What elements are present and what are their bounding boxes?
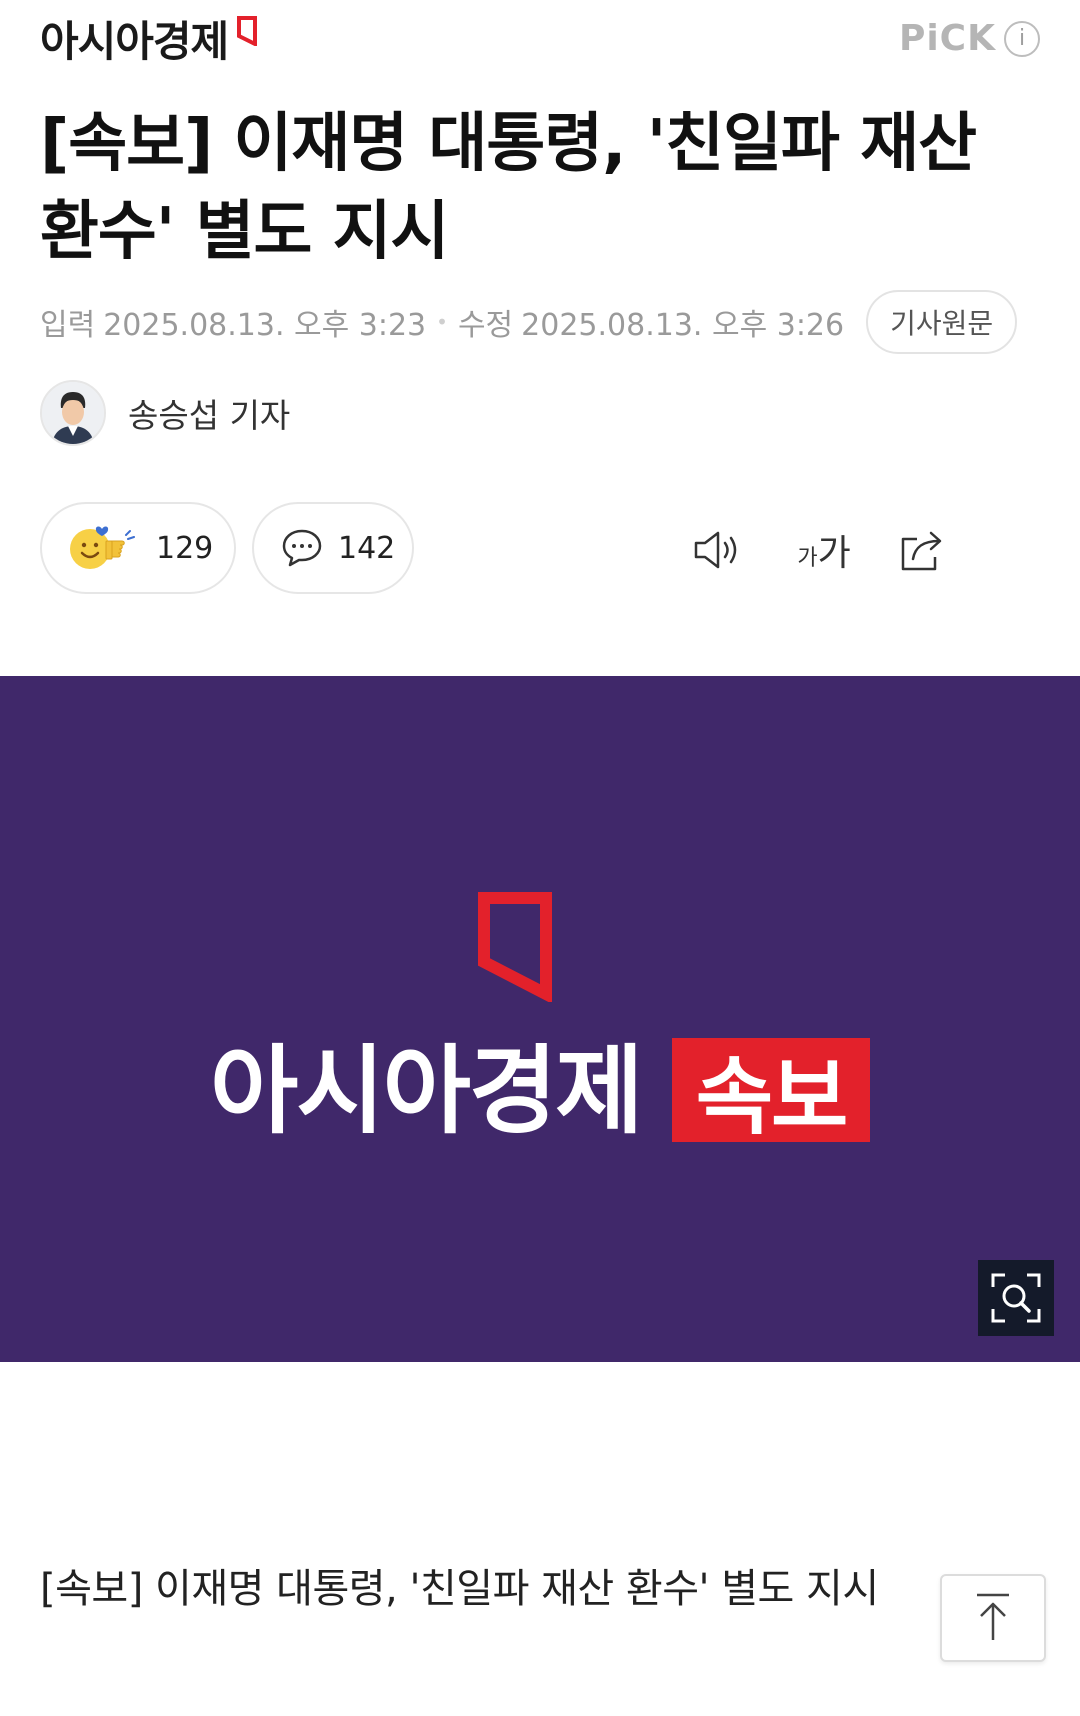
red-frame-icon (478, 892, 552, 1002)
font-size-small-glyph: 가 (797, 546, 818, 571)
modified-time: 2025.08.13. 오후 3:26 (521, 308, 845, 343)
zoom-icon (991, 1273, 1041, 1323)
pick-badge[interactable]: PiCK i (899, 18, 1040, 59)
image-zoom-button[interactable] (978, 1260, 1054, 1336)
meta-separator: • (436, 310, 448, 334)
reporter-name: 송승섭 기자 (128, 396, 291, 435)
emoji-reaction-icon (70, 526, 135, 569)
share-icon (901, 531, 942, 571)
share-button[interactable] (892, 520, 952, 580)
arrow-up-icon (977, 1593, 1009, 1640)
info-icon[interactable]: i (1004, 20, 1040, 57)
comment-bubble-icon (282, 529, 322, 567)
hero-brand-text: 아시아경제 (210, 1035, 644, 1147)
original-article-button[interactable]: 기사원문 (866, 290, 1018, 354)
scroll-to-top-button[interactable] (940, 1574, 1046, 1662)
comment-button[interactable]: 142 (252, 502, 414, 594)
article-title: [속보] 이재명 대통령, '친일파 재산 환수' 별도 지시 (40, 107, 977, 269)
article-actions: 129 142 가가 (40, 502, 1040, 598)
reaction-count: 129 (156, 530, 214, 566)
published-time: 2025.08.13. 오후 3:23 (103, 308, 427, 343)
publisher-logo[interactable]: 아시아경제 (40, 16, 258, 70)
breaking-news-badge: 속보 (672, 1038, 870, 1146)
header: 아시아경제 PiCK i (0, 0, 1080, 80)
hero-image[interactable]: 아시아경제 속보 (0, 676, 1080, 1362)
red-frame-icon (237, 16, 258, 46)
comment-count: 142 (338, 530, 396, 566)
reaction-button[interactable]: 129 (40, 502, 236, 594)
speaker-icon (694, 531, 737, 569)
article-body-lead: [속보] 이재명 대통령, '친일파 재산 환수' 별도 지시 (40, 1566, 879, 1612)
modified-label: 수정 (457, 308, 514, 343)
avatar (40, 380, 106, 446)
speaker-button[interactable] (688, 520, 748, 580)
font-size-button[interactable]: 가가 (788, 520, 860, 580)
published-label: 입력 (40, 308, 96, 343)
logo-text: 아시아경제 (40, 17, 229, 66)
font-size-icon: 가가 (797, 524, 850, 576)
font-size-large-glyph: 가 (817, 533, 851, 574)
reporter-photo (42, 382, 104, 444)
pick-label: PiCK (898, 18, 996, 59)
article-meta: 입력 2025.08.13. 오후 3:23 • 수정 2025.08.13. … (40, 290, 1018, 354)
reporter[interactable]: 송승섭 기자 (40, 380, 290, 446)
